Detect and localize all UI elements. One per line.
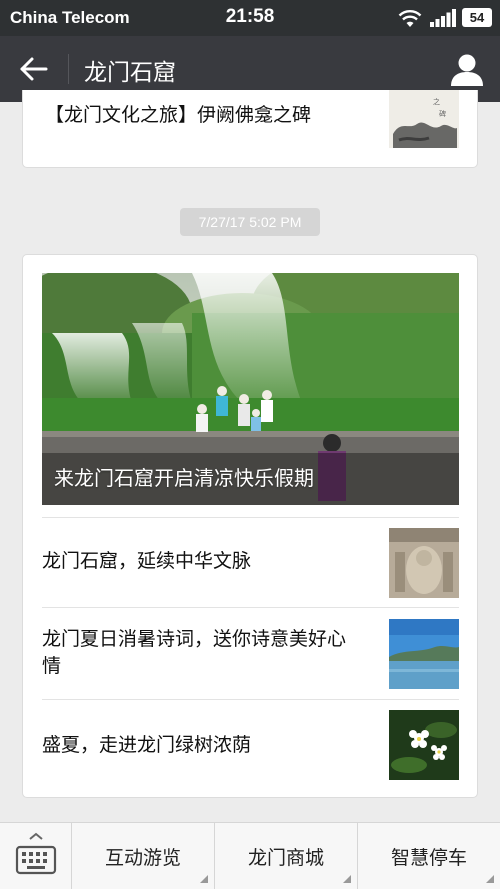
list-item[interactable]: 龙门石窟，延续中华文脉: [42, 517, 459, 607]
previous-article-title: 【龙门文化之旅】伊阙佛龛之碑: [45, 104, 312, 126]
article-title: 龙门石窟，延续中华文脉: [42, 550, 252, 572]
list-item[interactable]: 龙门夏日消暑诗词，送你诗意美好心情: [42, 607, 459, 699]
status-time: 21:58: [225, 6, 275, 27]
menu-label: 智慧停车: [390, 847, 467, 869]
keyboard-toggle-button[interactable]: [0, 823, 72, 889]
article-thumbnail-lake: [389, 619, 459, 689]
wifi-icon: [398, 10, 422, 27]
submenu-indicator-icon: [200, 875, 208, 883]
svg-text:碑: 碑: [439, 109, 446, 118]
keyboard-icon: [15, 832, 57, 875]
article-thumbnail-grottoes: [389, 528, 459, 598]
bottom-menu: 互动游览 龙门商城 智慧停车: [0, 822, 500, 889]
message-timestamp: 7/27/17 5:02 PM: [180, 208, 320, 236]
submenu-indicator-icon: [343, 875, 351, 883]
status-bar: China Telecom 21:58 54: [0, 0, 500, 36]
article-title: 盛夏，走进龙门绿树浓荫: [42, 734, 252, 756]
menu-interactive-tour[interactable]: 互动游览: [72, 823, 215, 889]
hero-article[interactable]: 来龙门石窟开启清凉快乐假期: [42, 273, 459, 505]
svg-text:之: 之: [433, 97, 440, 106]
article-title: 龙门夏日消暑诗词，送你诗意美好心情: [42, 628, 347, 677]
menu-label: 互动游览: [104, 847, 181, 869]
list-item[interactable]: 盛夏，走进龙门绿树浓荫: [42, 699, 459, 789]
menu-label: 龙门商城: [247, 847, 324, 869]
article-thumbnail-flowers: [389, 710, 459, 780]
title-divider: [68, 54, 69, 84]
back-arrow-icon[interactable]: [14, 50, 54, 88]
previous-article-card[interactable]: 【龙门文化之旅】伊阙佛龛之碑 之 碑: [22, 90, 478, 168]
battery-icon: 54: [462, 8, 492, 27]
previous-article-thumbnail: 之 碑: [389, 90, 459, 148]
menu-longmen-mall[interactable]: 龙门商城: [215, 823, 358, 889]
submenu-indicator-icon: [486, 875, 494, 883]
signal-icon: [430, 9, 456, 27]
page-title: 龙门石窟: [84, 60, 176, 86]
article-card: 来龙门石窟开启清凉快乐假期 龙门石窟，延续中华文脉 龙门夏日消暑诗词，送你诗意美…: [22, 254, 478, 798]
person-icon[interactable]: [446, 50, 488, 90]
menu-smart-parking[interactable]: 智慧停车: [358, 823, 500, 889]
hero-caption: 来龙门石窟开启清凉快乐假期: [54, 466, 314, 490]
